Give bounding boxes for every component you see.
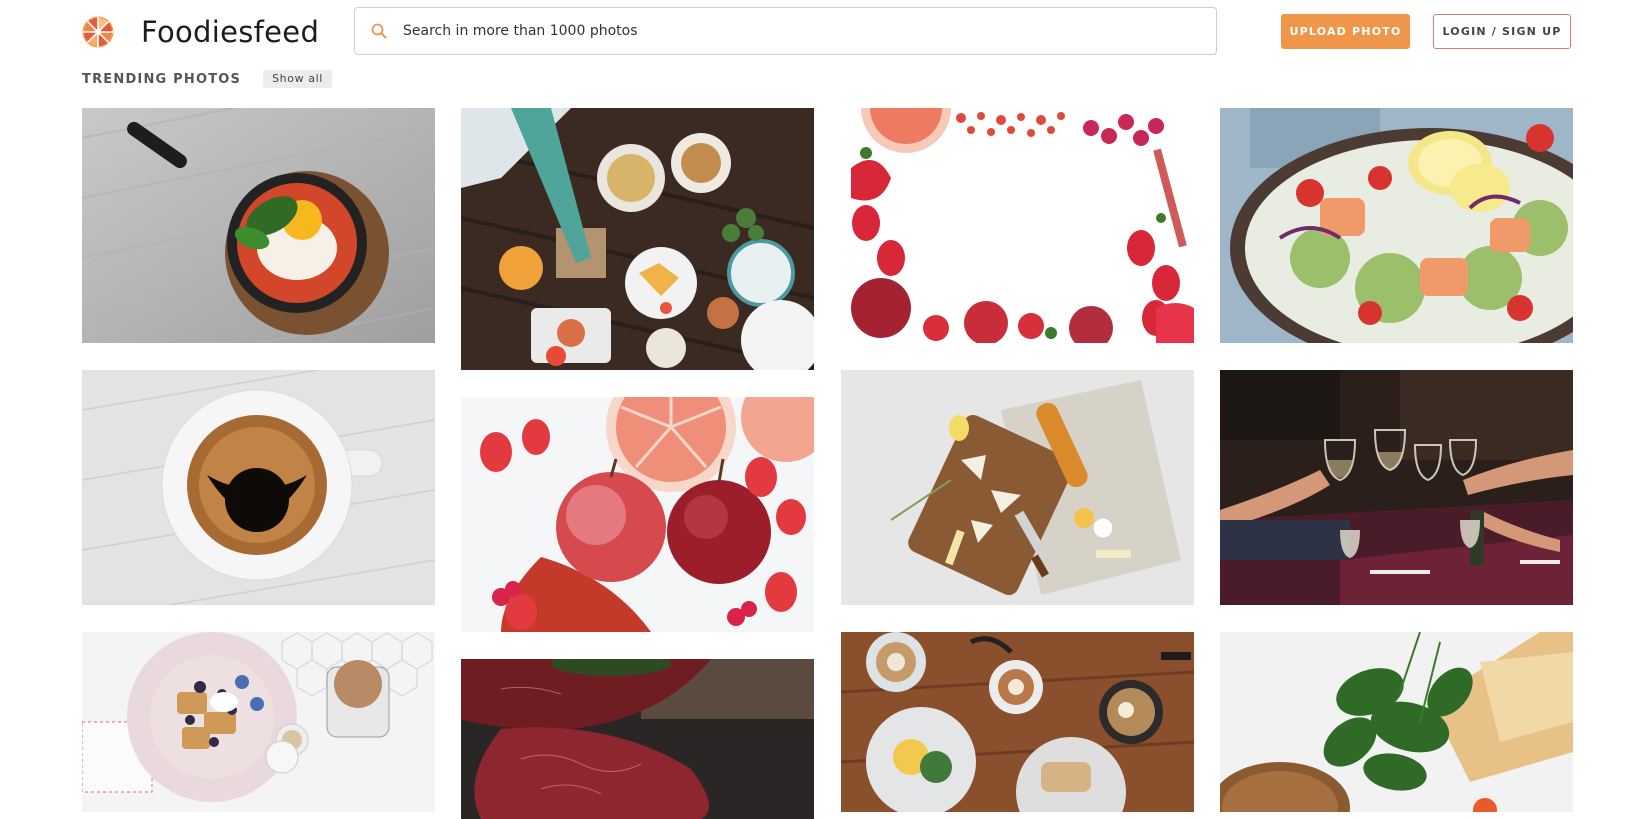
- photo-espresso[interactable]: [82, 370, 435, 605]
- photo-waffles[interactable]: [82, 632, 435, 812]
- photo-apples-grapefruit[interactable]: [461, 397, 814, 632]
- photo-salmon-salad[interactable]: [1220, 108, 1573, 343]
- photo-table-spread[interactable]: [461, 108, 814, 370]
- photo-raw-beef[interactable]: [461, 659, 814, 819]
- photo-brunch-table[interactable]: [841, 632, 1194, 812]
- photo-fruit-frame[interactable]: [841, 108, 1194, 343]
- photo-wine-toast[interactable]: [1220, 370, 1573, 605]
- photo-spinach-cheese[interactable]: [1220, 632, 1573, 812]
- photo-cheese-board[interactable]: [841, 370, 1194, 605]
- photo-grid: [0, 0, 1650, 819]
- photo-shakshuka[interactable]: [82, 108, 435, 343]
